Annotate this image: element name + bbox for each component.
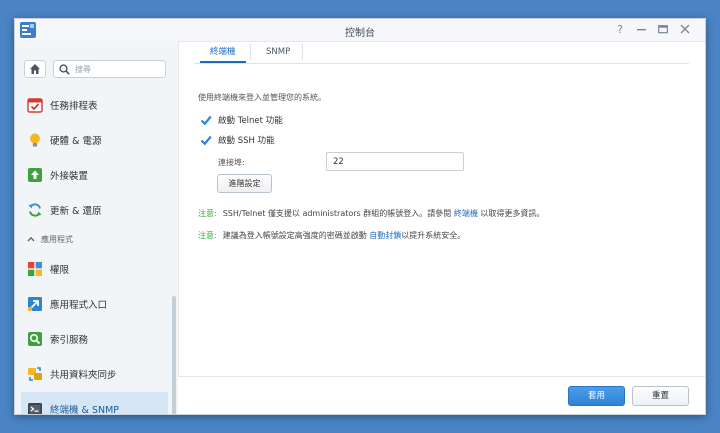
title-bar: 控制台 ? [15, 19, 705, 42]
sidebar-item-label: 任務排程表 [50, 101, 98, 112]
tab-bar: 終端機 SNMP [194, 41, 689, 64]
sidebar-item-privileges[interactable]: 權限 [21, 252, 168, 286]
sidebar-item-label: 硬體 & 電源 [50, 136, 102, 147]
grid-squares-icon [28, 262, 42, 276]
refresh-icon [28, 203, 42, 217]
search-input[interactable] [75, 62, 161, 76]
tab-divider [250, 44, 251, 60]
sidebar-item-label: 索引服務 [50, 335, 89, 346]
sidebar-item-label: 外接裝置 [50, 171, 89, 182]
note-text: 建議為登入帳號設定高強度的密碼並啟動 [222, 231, 367, 240]
telnet-checkbox-row[interactable]: 啟動 Telnet 功能 [200, 113, 283, 127]
ssh-checkbox-row[interactable]: 啟動 SSH 功能 [200, 133, 275, 147]
control-panel-window: 控制台 ? 搜尋 任務排程表 硬體 & 電源 外接裝置 更新 & 還原 應用程式… [14, 18, 706, 415]
ssh-checkbox[interactable] [200, 134, 212, 146]
search-icon [59, 64, 70, 75]
apply-button[interactable]: 套用 [568, 386, 625, 406]
sidebar-item-external-devices[interactable]: 外接裝置 [21, 158, 168, 192]
note-text: SSH/Telnet 僅支援以 administrators 群組的帳號登入。請… [222, 209, 452, 218]
calendar-check-icon [27, 98, 43, 113]
folder-sync-icon [28, 367, 42, 381]
sidebar-item-update-restore[interactable]: 更新 & 還原 [21, 193, 168, 227]
reset-button[interactable]: 重置 [632, 386, 689, 406]
terminal-help-link[interactable]: 終端機 [454, 209, 478, 218]
ssh-label: 啟動 SSH 功能 [218, 136, 275, 146]
sidebar-item-label: 共用資料夾同步 [50, 370, 117, 381]
upload-arrow-icon [28, 168, 42, 182]
magnifier-icon [28, 332, 42, 346]
window-title: 控制台 [345, 28, 375, 39]
main-panel: 終端機 SNMP 使用終端機來登入並管理您的系統。 啟動 Telnet 功能 啟… [178, 41, 705, 414]
chevron-up-icon [27, 236, 35, 242]
close-icon[interactable] [678, 23, 692, 37]
tab-divider [302, 44, 303, 60]
sidebar-item-task-scheduler[interactable]: 任務排程表 [21, 88, 168, 122]
note-text: 以提升系統安全。 [401, 231, 466, 240]
sidebar-item-shared-folder-sync[interactable]: 共用資料夾同步 [21, 357, 168, 391]
home-icon [30, 64, 40, 74]
section-header-label: 應用程式 [41, 234, 73, 244]
portal-arrow-icon [28, 297, 42, 311]
sidebar-item-label: 應用程式入口 [50, 300, 108, 311]
sidebar-scrollbar[interactable] [172, 296, 176, 414]
note-tag: 注意: [198, 231, 217, 240]
section-header-applications[interactable]: 應用程式 [27, 232, 73, 246]
telnet-checkbox[interactable] [200, 114, 212, 126]
tab-snmp[interactable]: SNMP [256, 41, 300, 63]
sidebar-item-indexing-service[interactable]: 索引服務 [21, 322, 168, 356]
description-text: 使用終端機來登入並管理您的系統。 [198, 93, 326, 102]
advanced-settings-button[interactable]: 進階設定 [217, 174, 272, 193]
sidebar-item-label: 更新 & 還原 [50, 206, 102, 217]
help-icon[interactable]: ? [613, 23, 627, 37]
note-tag: 注意: [198, 209, 217, 218]
port-label: 連接埠: [218, 158, 245, 167]
note-security: 注意: 建議為登入帳號設定高強度的密碼並啟動 自動封鎖以提升系統安全。 [198, 230, 465, 241]
terminal-icon [28, 403, 42, 414]
port-input[interactable] [326, 152, 464, 171]
tab-terminal[interactable]: 終端機 [200, 41, 246, 63]
auto-block-link[interactable]: 自動封鎖 [369, 231, 401, 240]
note-text: 以取得更多資訊。 [480, 209, 545, 218]
home-button[interactable] [24, 60, 46, 78]
sidebar-item-hardware-power[interactable]: 硬體 & 電源 [21, 123, 168, 157]
minimize-icon[interactable] [634, 23, 648, 37]
lightbulb-icon [30, 133, 40, 147]
search-box[interactable] [53, 60, 166, 78]
sidebar: 任務排程表 硬體 & 電源 外接裝置 更新 & 還原 [15, 41, 179, 414]
footer-bar: 套用 重置 [178, 376, 705, 414]
sidebar-item-application-portal[interactable]: 應用程式入口 [21, 287, 168, 321]
sidebar-item-label: 權限 [50, 265, 70, 276]
sidebar-item-terminal-snmp[interactable]: 終端機 & SNMP [21, 392, 168, 414]
note-ssh-telnet: 注意: SSH/Telnet 僅支援以 administrators 群組的帳號登… [198, 208, 544, 219]
telnet-label: 啟動 Telnet 功能 [218, 116, 283, 126]
sidebar-item-label: 終端機 & SNMP [50, 405, 120, 414]
maximize-icon[interactable] [656, 23, 670, 37]
